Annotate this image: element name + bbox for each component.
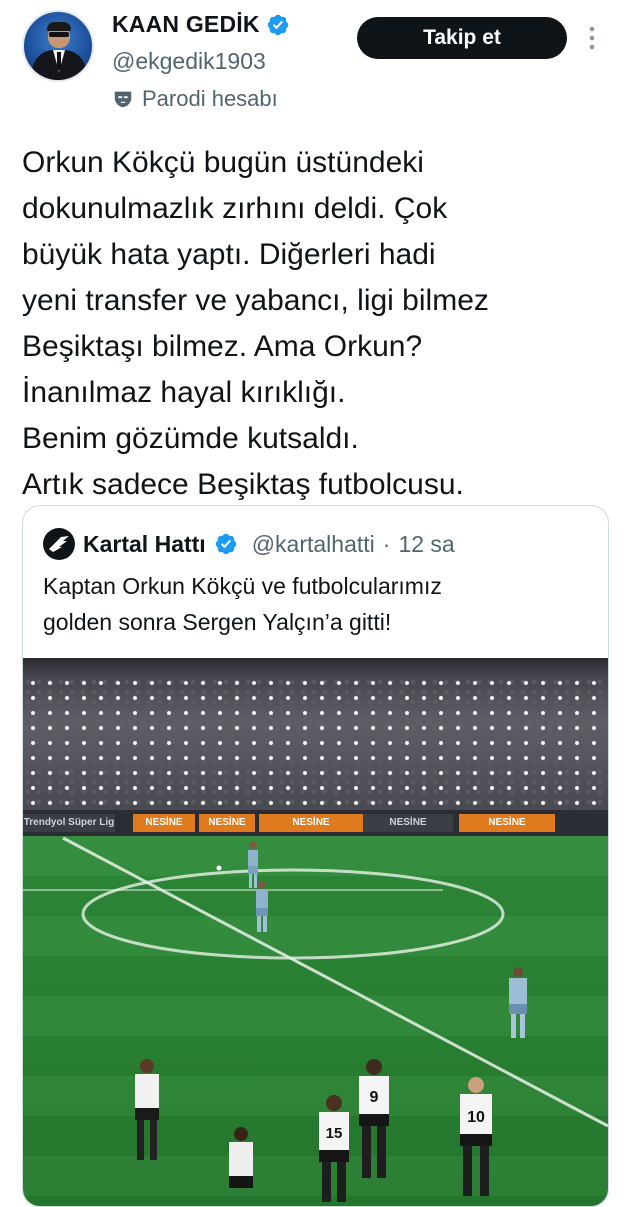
quoted-tweet-text: Kaptan Orkun Kökçü ve futbolcularımız go… <box>43 573 442 635</box>
quoted-tweet-header: Kartal Hattı @kartalhatti · 12 sa <box>43 528 455 560</box>
player-home-9: 9 <box>359 1059 389 1178</box>
parody-label: Parodi hesabı <box>112 86 278 112</box>
parody-label-text: Parodi hesabı <box>142 86 278 111</box>
stadium-stands <box>23 658 608 818</box>
tweet-text: Orkun Kökçü bugün üstündeki dokunulmazlı… <box>22 146 489 501</box>
jersey-number: 15 <box>326 1125 343 1142</box>
ad-panel: NESİNE <box>459 814 555 832</box>
player-away <box>509 967 527 1038</box>
quoted-separator: · <box>382 530 391 557</box>
verified-badge-icon <box>267 14 288 35</box>
player-home-10: 10 <box>460 1077 492 1196</box>
ad-panel: NESİNE <box>363 814 453 832</box>
ad-league: Trendyol Süper Lig <box>23 814 115 832</box>
player-home <box>135 1059 159 1160</box>
quoted-media-photo[interactable]: Trendyol Süper Lig NESİNE NESİNE NESİNE … <box>23 658 608 1206</box>
author-avatar[interactable] <box>22 10 94 82</box>
stadium-roof <box>23 658 608 680</box>
kartal-hatti-logo-icon[interactable] <box>43 528 75 560</box>
parody-mask-icon <box>114 91 132 108</box>
author-name-row[interactable]: KAAN GEDİK <box>112 11 290 38</box>
ad-panel: NESİNE <box>199 814 255 832</box>
player-home-15: 15 <box>319 1095 349 1202</box>
player-away <box>256 881 268 932</box>
jersey-number: 10 <box>467 1109 485 1126</box>
quoted-author-handle[interactable]: @kartalhatti <box>252 531 375 558</box>
author-name[interactable]: KAAN GEDİK <box>112 11 260 38</box>
more-vertical-icon[interactable] <box>585 24 599 52</box>
ad-panel: NESİNE <box>259 814 363 832</box>
ad-panel: NESİNE <box>133 814 195 832</box>
football-pitch: 9 15 10 <box>23 836 608 1206</box>
player-home <box>229 1127 253 1188</box>
jersey-number: 9 <box>370 1089 379 1106</box>
author-handle[interactable]: @ekgedik1903 <box>112 48 266 75</box>
quoted-author-name[interactable]: Kartal Hattı <box>83 531 206 558</box>
quoted-verified-badge-icon <box>215 533 236 555</box>
quoted-tweet-card[interactable]: Kartal Hattı @kartalhatti · 12 sa Kaptan… <box>22 505 609 1207</box>
follow-button[interactable]: Takip et <box>357 17 567 59</box>
quoted-timestamp[interactable]: 12 sa <box>398 531 454 558</box>
